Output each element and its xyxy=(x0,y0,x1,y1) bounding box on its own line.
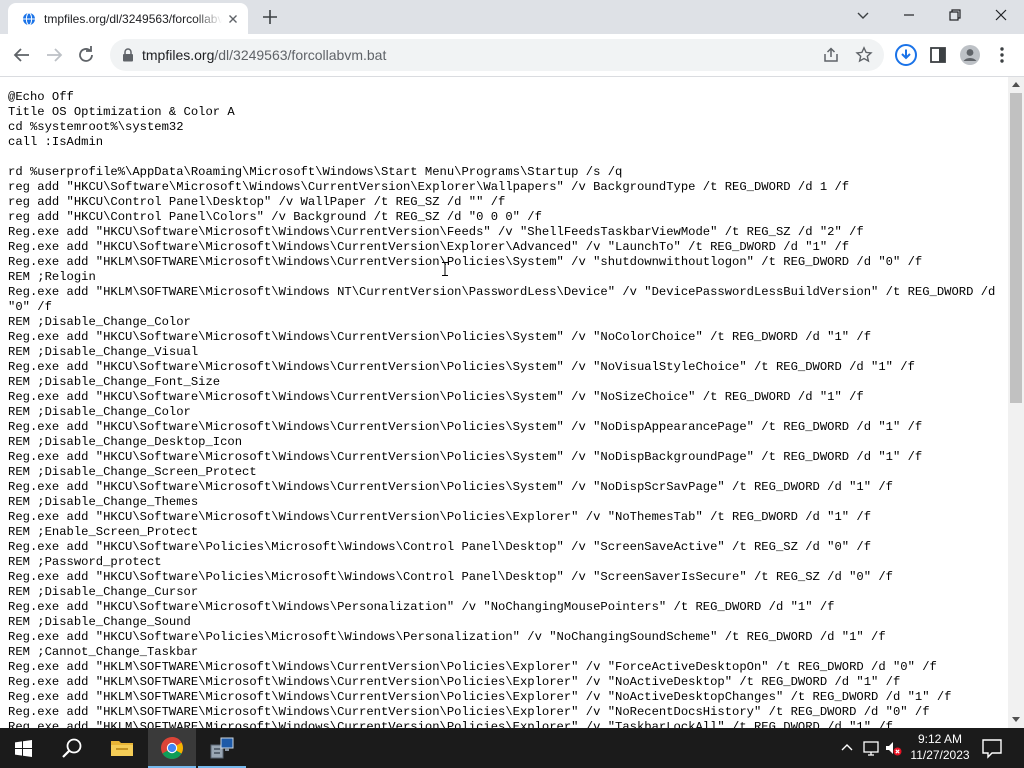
computer-taskbar-button[interactable] xyxy=(198,728,246,768)
download-icon[interactable] xyxy=(894,43,918,67)
url-path: /dl/3249563/forcollabvm.bat xyxy=(214,47,387,63)
text-cursor-icon xyxy=(442,262,448,276)
scroll-down-arrow[interactable] xyxy=(1012,715,1020,723)
close-icon xyxy=(995,9,1007,21)
computer-icon xyxy=(210,737,234,759)
batch-file-text: @Echo Off Title OS Optimization & Color … xyxy=(8,90,996,728)
close-icon[interactable] xyxy=(225,11,241,27)
restore-icon xyxy=(949,9,961,21)
minimize-icon xyxy=(904,14,914,16)
share-icon[interactable] xyxy=(822,46,840,64)
scroll-up-arrow[interactable] xyxy=(1012,81,1020,89)
file-explorer-button[interactable] xyxy=(98,728,146,768)
folder-icon xyxy=(111,741,133,756)
clock-time: 9:12 AM xyxy=(917,732,963,746)
chrome-icon xyxy=(161,737,183,759)
address-bar[interactable]: tmpfiles.org/dl/3249563/forcollabvm.bat xyxy=(110,39,884,71)
windows-logo-icon xyxy=(15,740,32,757)
star-icon[interactable] xyxy=(855,46,873,64)
search-button[interactable] xyxy=(48,728,96,768)
restore-button[interactable] xyxy=(932,0,978,30)
globe-icon xyxy=(23,12,35,26)
scrollbar-thumb[interactable] xyxy=(1010,93,1022,403)
vertical-scrollbar[interactable] xyxy=(1008,77,1024,728)
chevron-up-icon[interactable] xyxy=(838,738,856,758)
forward-icon[interactable] xyxy=(42,43,66,67)
tab-strip: tmpfiles.org/dl/3249563/forcollabvm.bat xyxy=(0,0,1024,34)
chevron-down-icon xyxy=(857,12,869,19)
tab-title: tmpfiles.org/dl/3249563/forcollabvm.bat xyxy=(44,12,222,26)
minimize-button[interactable] xyxy=(886,0,932,30)
lock-icon[interactable] xyxy=(122,48,134,62)
window-close-button[interactable] xyxy=(978,0,1024,30)
search-icon xyxy=(62,738,82,758)
plus-icon[interactable] xyxy=(258,6,282,28)
network-icon[interactable] xyxy=(862,738,880,758)
chrome-taskbar-button[interactable] xyxy=(148,728,196,768)
back-icon[interactable] xyxy=(10,43,34,67)
notification-icon[interactable] xyxy=(980,736,1004,760)
clock-date: 11/27/2023 xyxy=(910,748,970,762)
windows-taskbar: 9:12 AM 11/27/2023 xyxy=(0,728,1024,768)
reload-icon[interactable] xyxy=(74,43,98,67)
system-clock[interactable]: 9:12 AM 11/27/2023 xyxy=(904,731,976,765)
tab-search-button[interactable] xyxy=(840,0,886,30)
browser-toolbar: tmpfiles.org/dl/3249563/forcollabvm.bat xyxy=(0,34,1024,77)
start-button[interactable] xyxy=(0,728,48,768)
volume-muted-icon[interactable] xyxy=(884,738,902,758)
sidepanel-icon[interactable] xyxy=(926,43,950,67)
url-text[interactable]: tmpfiles.org/dl/3249563/forcollabvm.bat xyxy=(142,47,386,63)
browser-tab[interactable]: tmpfiles.org/dl/3249563/forcollabvm.bat xyxy=(8,3,248,34)
url-host: tmpfiles.org xyxy=(142,47,215,63)
menu-icon[interactable] xyxy=(990,43,1014,67)
page-content: @Echo Off Title OS Optimization & Color … xyxy=(0,77,1008,728)
profile-icon[interactable] xyxy=(958,43,982,67)
